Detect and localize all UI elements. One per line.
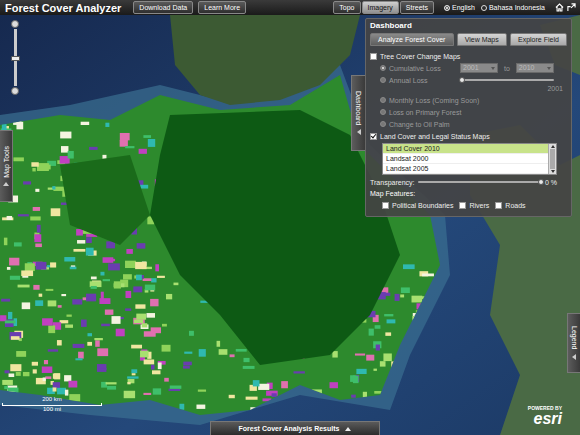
map[interactable]: Map Tools Dashboard Dashboard Analyze Fo… (0, 15, 580, 435)
loss-option[interactable]: Cumulative Loss 2001 to 2010 (370, 63, 567, 73)
checkbox[interactable] (495, 202, 502, 209)
dropdown-arrow-icon (491, 67, 495, 70)
language-option[interactable]: Bahasa Indonesia (481, 4, 545, 11)
land-cover-row[interactable]: Land Cover and Legal Status Maps (370, 131, 567, 141)
radio-button[interactable] (380, 97, 386, 103)
radio-button[interactable] (380, 109, 386, 115)
annual-slider[interactable] (462, 79, 554, 81)
checkbox[interactable] (382, 202, 389, 209)
map-feature-item[interactable]: Rivers (459, 201, 489, 210)
radio-button[interactable] (380, 65, 386, 71)
slider-knob[interactable] (538, 179, 544, 185)
dashboard-tab-button[interactable]: Explore Field (510, 33, 567, 46)
zoom-track[interactable] (14, 29, 17, 86)
dashboard-title: Dashboard (370, 21, 567, 31)
map-feature-item[interactable]: Political Boundaries (382, 201, 453, 210)
layer-item[interactable]: Land Cover 2010 (383, 144, 548, 154)
transparency-row: Transparency: 0 % (370, 177, 567, 187)
app-title: Forest Cover Analyzer (5, 2, 121, 14)
radio-icon[interactable] (481, 5, 487, 11)
radio-button[interactable] (380, 77, 386, 83)
scrollbar[interactable] (548, 144, 556, 174)
home-icon[interactable] (555, 3, 564, 12)
expand-icon (345, 427, 351, 431)
basemap-tabs: TopoImageryStreets (333, 1, 434, 14)
checkbox[interactable] (459, 202, 466, 209)
scale-line (2, 403, 102, 406)
language-options: English Bahasa Indonesia (444, 4, 545, 11)
loss-option[interactable]: Monthly Loss (Coming Soon) (370, 95, 567, 105)
layer-item[interactable]: Landsat 2000 (383, 154, 548, 164)
dashboard-tabs: Analyze Forest CoverView MapsExplore Fie… (370, 33, 567, 46)
radio-button[interactable] (380, 121, 386, 127)
layer-item[interactable]: Landsat 2005 (383, 164, 548, 174)
scroll-up-icon[interactable] (551, 145, 555, 148)
loss-option[interactable]: Loss on Primary Forest (370, 107, 567, 117)
expand-icon (572, 354, 576, 360)
basemap-tab[interactable]: Streets (400, 1, 434, 14)
checkbox[interactable] (370, 53, 377, 60)
header-button[interactable]: Learn More (198, 1, 246, 14)
scroll-down-icon[interactable] (551, 170, 555, 173)
transparency-slider[interactable] (418, 181, 540, 183)
basemap-tab[interactable]: Topo (333, 1, 360, 14)
language-option[interactable]: English (444, 4, 475, 11)
radio-icon[interactable] (444, 5, 450, 11)
legend-tab[interactable]: Legend (567, 313, 580, 373)
header-button[interactable]: Download Data (133, 1, 193, 14)
dashboard-tab-button[interactable]: Analyze Forest Cover (370, 33, 454, 46)
dropdown-arrow-icon (547, 67, 551, 70)
collapse-icon (357, 129, 361, 135)
map-feature-item[interactable]: Roads (495, 201, 525, 210)
map-features-title: Map Features: (370, 189, 567, 199)
dashboard-panel: Dashboard Analyze Forest CoverView MapsE… (365, 18, 572, 217)
zoom-knob[interactable] (11, 56, 20, 61)
zoom-out-icon[interactable] (11, 87, 19, 95)
loss-option[interactable]: Change to Oil Palm (370, 119, 567, 129)
top-bar: Forest Cover Analyzer Download Data Learn… (0, 0, 580, 15)
header-buttons: Download Data Learn More (133, 1, 246, 14)
esri-logo: POWERED BY esri (528, 405, 562, 427)
transparency-reading: 0 % (545, 178, 557, 187)
forest-cover-analyzer: Forest Cover Analyzer Download Data Learn… (0, 0, 580, 435)
share-icon[interactable] (567, 3, 576, 12)
zoom-in-icon[interactable] (11, 20, 19, 28)
basemap-tab[interactable]: Imagery (362, 1, 399, 14)
slider-knob[interactable] (459, 77, 465, 83)
loss-option[interactable]: Annual Loss 2001 (370, 75, 567, 93)
zoom-slider[interactable] (10, 20, 20, 95)
dashboard-tab-button[interactable]: View Maps (457, 33, 507, 46)
expand-icon (3, 182, 9, 186)
scroll-thumb[interactable] (550, 149, 555, 169)
map-features: Political Boundaries Rivers Roads (370, 201, 567, 210)
checkbox[interactable] (370, 133, 377, 140)
from-year-dropdown[interactable]: 2001 (460, 63, 498, 73)
map-tools-tab[interactable]: Map Tools (0, 130, 13, 202)
annual-reading: 2001 (547, 85, 567, 93)
results-tab[interactable]: Forest Cover Analysis Results (210, 421, 380, 435)
tree-cover-row[interactable]: Tree Cover Change Maps (370, 51, 567, 61)
to-year-dropdown[interactable]: 2010 (516, 63, 554, 73)
layer-list: Land Cover 2010Landsat 2000Landsat 2005 (382, 143, 557, 175)
scale-bar: 200 km 100 mi (2, 396, 102, 413)
dashboard-tab[interactable]: Dashboard (351, 75, 365, 151)
